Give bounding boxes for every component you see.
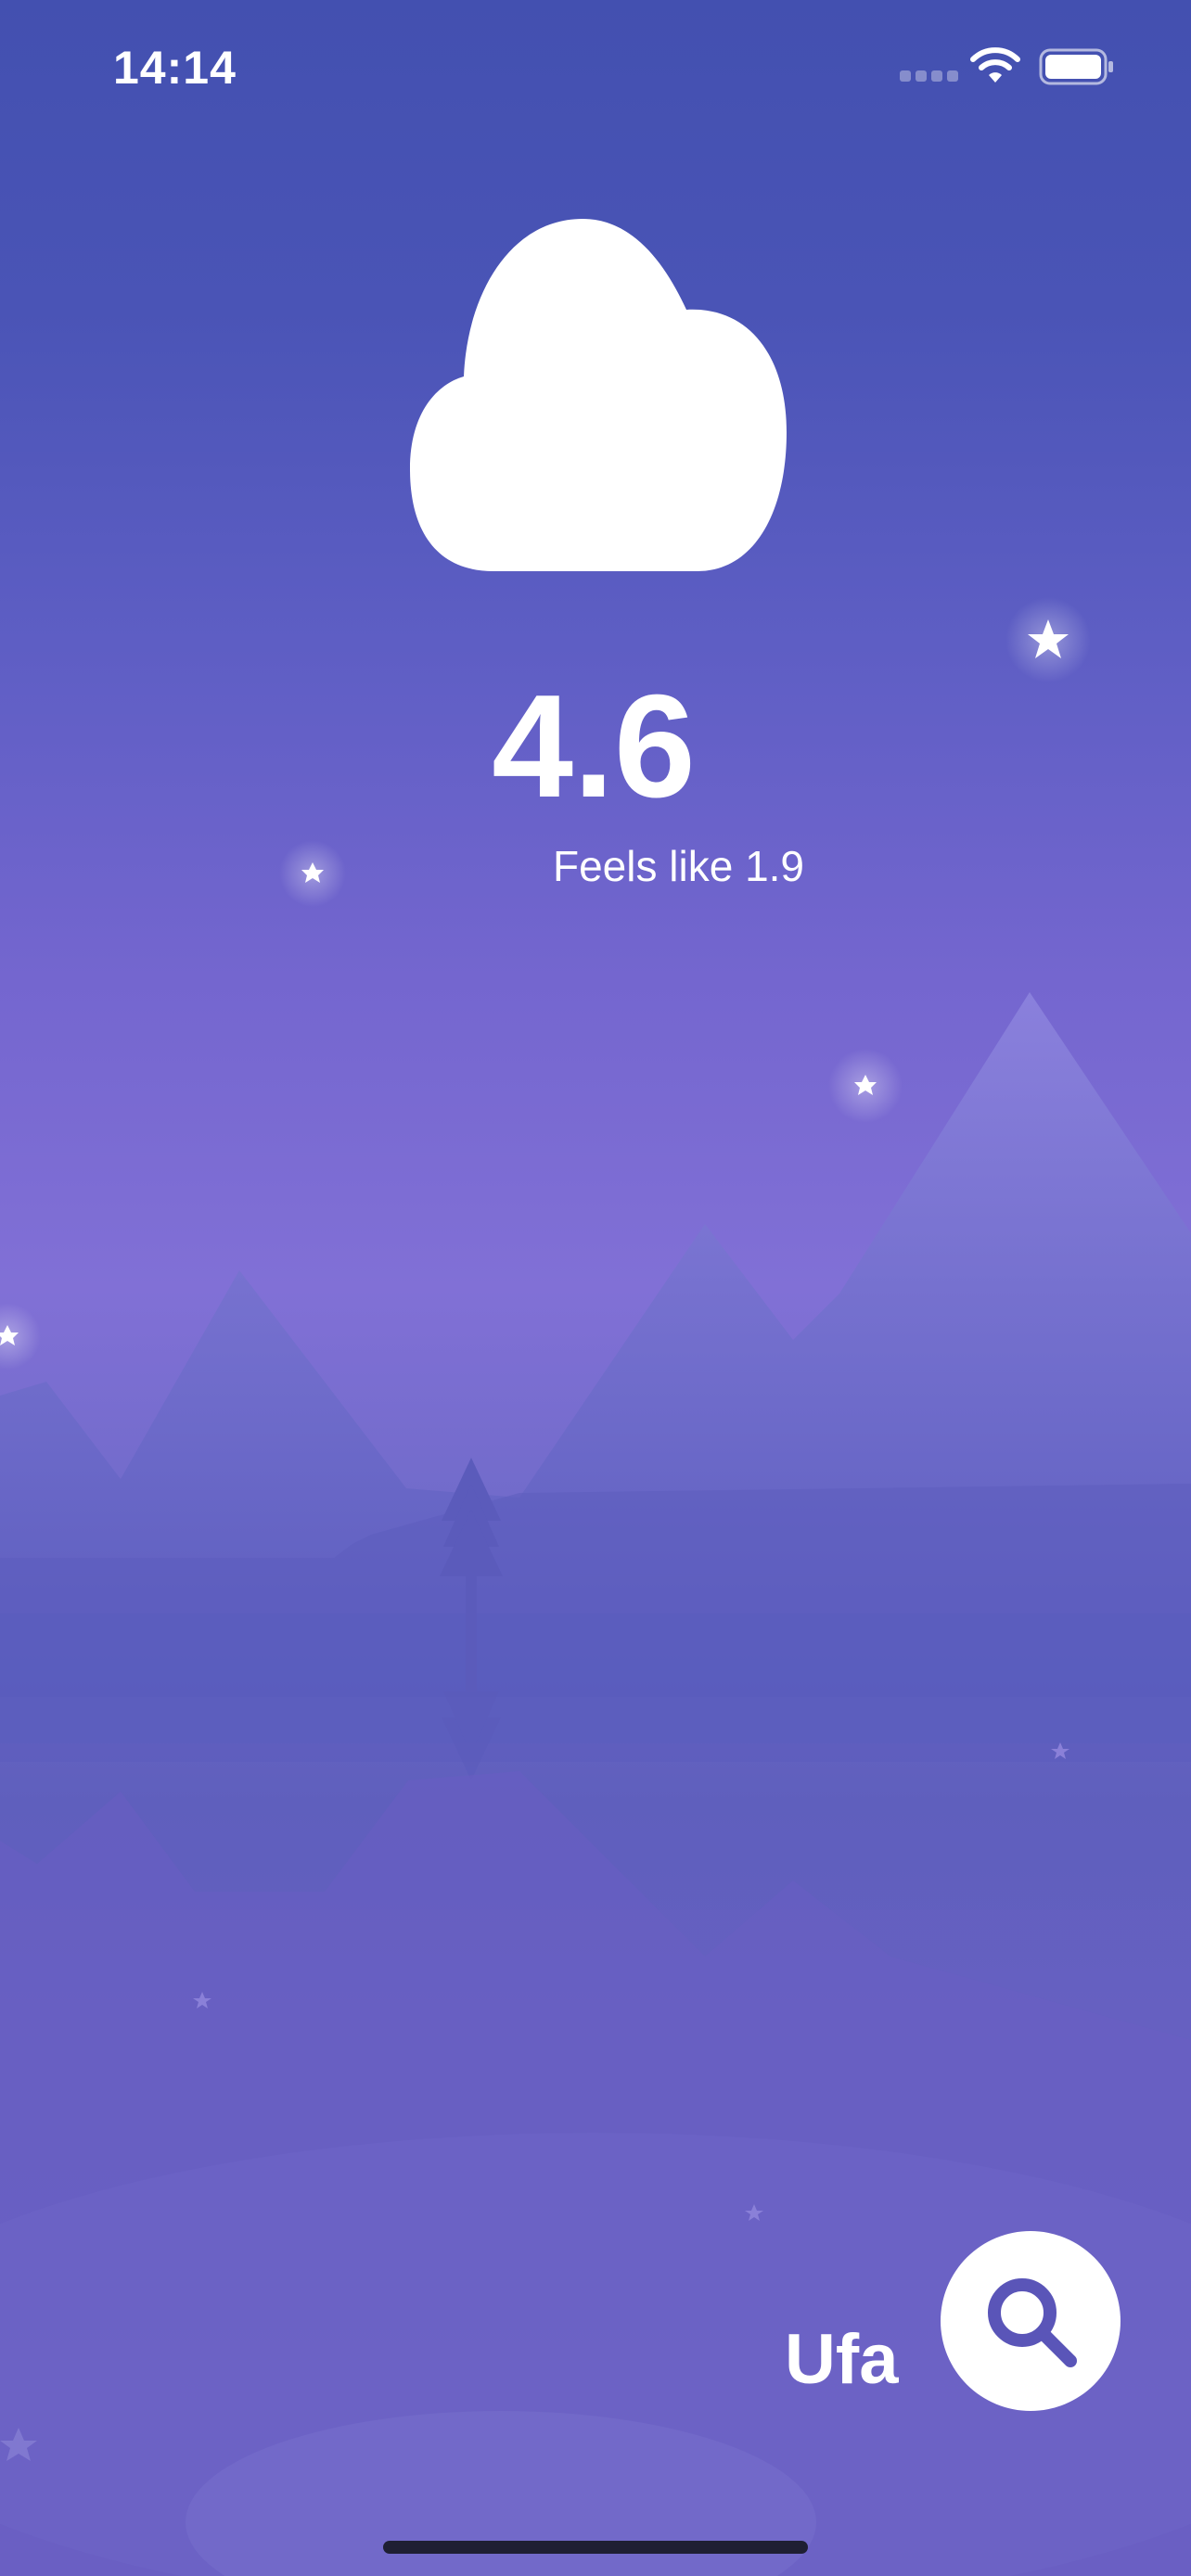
status-bar: 14:14 [0,0,1191,139]
star-4 [0,1303,41,1370]
wifi-icon [970,47,1020,83]
search-icon [988,2278,1077,2367]
haze-band [0,1613,1191,1743]
star-2 [279,840,346,907]
star-1 [1005,597,1091,682]
cloud-icon [410,219,787,571]
city-name: Ufa [785,2320,899,2399]
star-3 [828,1049,903,1123]
battery-icon [1039,48,1113,85]
search-button[interactable] [941,2231,1121,2411]
home-indicator[interactable] [383,2541,808,2554]
temperature-value: 4.6 [492,665,696,828]
status-time: 14:14 [113,42,237,94]
feels-like-label: Feels like 1.9 [553,842,805,890]
weather-screen: 14:14 4.6 Feels like 1.9 Ufa [0,0,1191,2576]
cellular-signal-icon [900,70,959,83]
